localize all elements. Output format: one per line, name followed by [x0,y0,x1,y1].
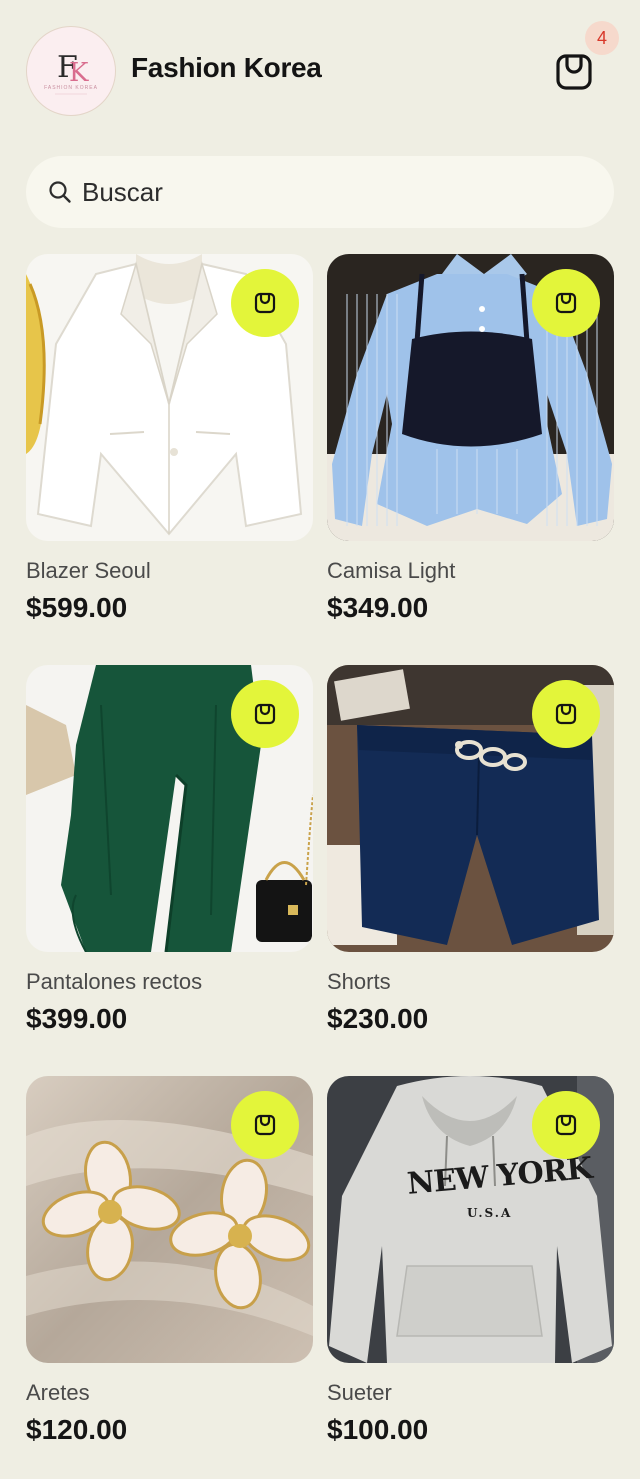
cart-button[interactable] [552,50,596,94]
product-price: $399.00 [26,1003,128,1034]
add-to-cart-button[interactable] [532,269,600,337]
product-price: $100.00 [327,1414,429,1445]
product-price: $120.00 [26,1414,128,1445]
shopping-bag-icon [254,703,276,725]
search-input[interactable] [82,174,582,210]
shopping-bag-icon [555,292,577,314]
search-icon [49,181,71,203]
product-image[interactable] [26,665,313,952]
product-name: Aretes [26,1380,90,1405]
add-to-cart-button[interactable] [231,1091,299,1159]
shopping-bag-icon [555,703,577,725]
product-price: $349.00 [327,592,429,623]
svg-text:FASHION KOREA: FASHION KOREA [44,85,98,91]
product-image[interactable]: NEW YORK U.S.A [327,1076,614,1363]
product-name: Blazer Seoul [26,558,151,583]
product-price: $230.00 [327,1003,429,1034]
product-image[interactable] [26,1076,313,1363]
add-to-cart-button[interactable] [532,680,600,748]
add-to-cart-button[interactable] [231,680,299,748]
shopping-bag-icon [556,54,592,90]
product-image[interactable] [26,254,313,541]
product-name: Camisa Light [327,558,456,583]
product-image[interactable] [327,665,614,952]
app-header: F K FASHION KOREA Fashion Korea 4 [0,0,640,140]
svg-text:K: K [69,58,89,88]
brand-logo[interactable]: F K FASHION KOREA [26,26,116,116]
search-bar[interactable] [26,156,614,228]
product-image[interactable] [327,254,614,541]
shopping-bag-icon [555,1114,577,1136]
product-price: $599.00 [26,592,128,623]
add-to-cart-button[interactable] [231,269,299,337]
product-name: Pantalones rectos [26,969,203,994]
add-to-cart-button[interactable] [532,1091,600,1159]
shopping-bag-icon [254,1114,276,1136]
product-name: Sueter [327,1380,392,1405]
sweater-print-sub: U.S.A [467,1206,513,1220]
product-name: Shorts [327,969,391,994]
cart-count-badge: 4 [585,21,619,55]
app-title: Fashion Korea [131,52,322,83]
shopping-bag-icon [254,292,276,314]
